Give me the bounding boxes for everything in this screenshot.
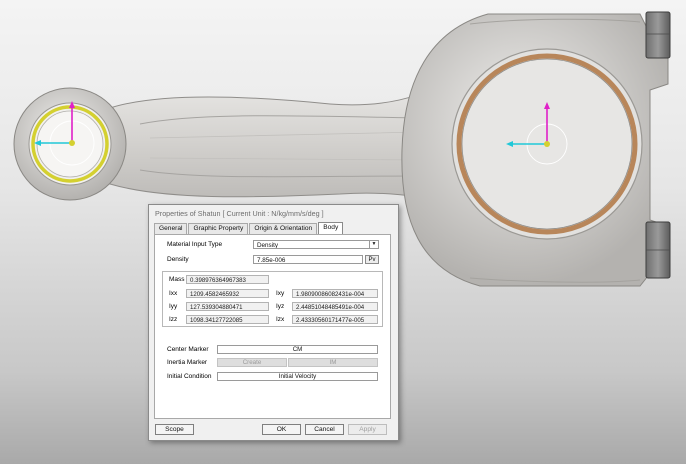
iyy-field[interactable]: 127.539304880471 (186, 302, 269, 311)
tab-general[interactable]: General (154, 223, 188, 234)
iyy-label: Iyy (169, 303, 178, 310)
center-marker-label: Center Marker (167, 346, 209, 353)
mass-field[interactable]: 0.398976364967383 (186, 275, 269, 284)
izz-field[interactable]: 1098.34127722085 (186, 315, 269, 324)
ixy-field[interactable]: 1.98090086082431e-004 (292, 289, 378, 298)
body-tab-panel: Material Input Type Density ▼ Density 7.… (154, 234, 391, 419)
create-button[interactable]: Create (217, 358, 287, 367)
density-input[interactable]: 7.85e-006 (253, 255, 363, 264)
izx-label: Izx (276, 316, 285, 323)
iyz-field[interactable]: 2.44851048485491e-004 (292, 302, 378, 311)
iyz-label: Iyz (276, 303, 285, 310)
ixx-label: Ixx (169, 290, 178, 297)
material-input-type-label: Material Input Type (167, 241, 223, 248)
ixx-field[interactable]: 1209.4582465932 (186, 289, 269, 298)
tab-origin-orientation[interactable]: Origin & Orientation (249, 223, 318, 234)
center-marker-button[interactable]: CM (217, 345, 378, 354)
izz-label: Izz (169, 316, 178, 323)
initial-condition-label: Initial Condition (167, 373, 212, 380)
properties-dialog: Properties of Shatun [ Current Unit : N/… (148, 204, 399, 441)
tab-graphic-property[interactable]: Graphic Property (188, 223, 249, 234)
mass-label: Mass (169, 276, 185, 283)
chevron-down-icon[interactable]: ▼ (369, 241, 378, 248)
scope-button[interactable]: Scope (155, 424, 194, 435)
pv-button[interactable]: Pv (365, 255, 379, 264)
tab-body[interactable]: Body (318, 222, 344, 234)
tab-bar: General Graphic Property Origin & Orient… (154, 222, 344, 234)
initial-velocity-button[interactable]: Initial Velocity (217, 372, 378, 381)
density-label: Density (167, 256, 189, 263)
ok-button[interactable]: OK (262, 424, 301, 435)
ixy-label: Ixy (276, 290, 285, 297)
apply-button[interactable]: Apply (348, 424, 387, 435)
bolt-nut-top (645, 11, 671, 59)
dialog-title: Properties of Shatun [ Current Unit : N/… (155, 209, 324, 218)
material-input-type-select[interactable]: Density ▼ (253, 240, 379, 249)
im-button[interactable]: IM (288, 358, 378, 367)
inertia-marker-label: Inertia Marker (167, 359, 208, 366)
mass-properties-group: Mass 0.398976364967383 Ixx 1209.45824659… (162, 271, 383, 327)
material-input-type-value: Density (257, 242, 278, 249)
izx-field[interactable]: 2.43330560171477e-005 (292, 315, 378, 324)
cancel-button[interactable]: Cancel (305, 424, 344, 435)
